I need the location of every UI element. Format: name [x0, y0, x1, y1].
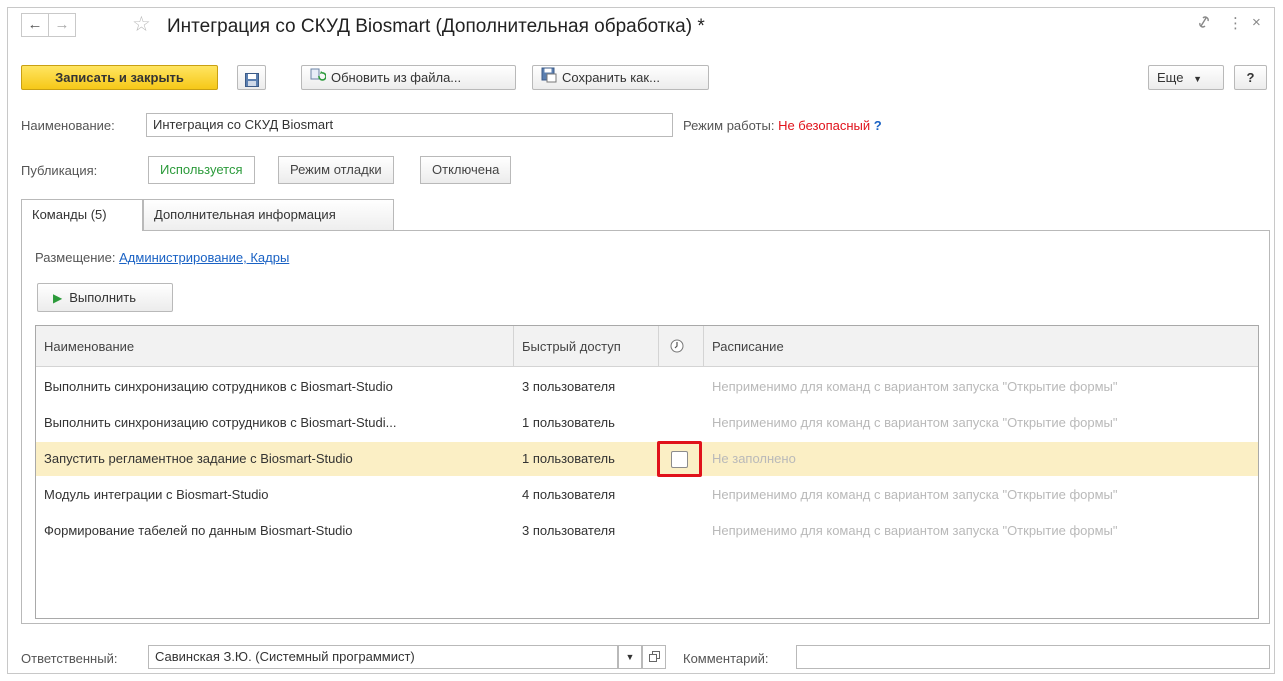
schedule-checkbox[interactable] [671, 451, 688, 468]
commands-table: Наименование Быстрый доступ Расписание В… [35, 325, 1259, 619]
row-schedule: Неприменимо для команд с вариантом запус… [712, 379, 1118, 394]
tab-commands[interactable]: Команды (5) [21, 199, 143, 231]
update-from-file-label: Обновить из файла... [331, 70, 462, 85]
floppy-disk-icon [245, 71, 259, 94]
publication-option-disabled[interactable]: Отключена [420, 156, 512, 184]
column-name-header[interactable]: Наименование [36, 326, 514, 367]
window-title: Интеграция со СКУД Biosmart (Дополнитель… [167, 16, 705, 37]
more-menu-label: Еще [1157, 70, 1184, 85]
chevron-down-icon: ▼ [1193, 74, 1202, 84]
back-button[interactable]: ← [21, 13, 49, 37]
row-schedule: Неприменимо для команд с вариантом запус… [712, 523, 1118, 538]
link-icon[interactable] [1197, 14, 1211, 34]
save-as-button[interactable]: Сохранить как... [532, 65, 709, 90]
favorite-star-icon[interactable]: ☆ [132, 12, 151, 37]
table-header: Наименование Быстрый доступ Расписание [36, 326, 1258, 367]
column-schedule-header[interactable]: Расписание [704, 326, 1260, 367]
mode-label: Режим работы: Не безопасный ? [683, 118, 882, 133]
placement-row: Размещение: Администрирование, Кадры [35, 250, 289, 265]
name-label: Наименование: [21, 118, 115, 133]
table-row[interactable]: Формирование табелей по данным Biosmart-… [36, 514, 1258, 548]
row-schedule: Неприменимо для команд с вариантом запус… [712, 487, 1118, 502]
row-quick-access: 3 пользователя [522, 523, 616, 538]
responsible-open-button[interactable] [642, 645, 666, 669]
row-name: Формирование табелей по данным Biosmart-… [44, 523, 353, 538]
refresh-file-icon [310, 67, 327, 90]
tab-additional-info[interactable]: Дополнительная информация [143, 199, 394, 230]
responsible-label: Ответственный: [21, 651, 118, 666]
save-as-label: Сохранить как... [562, 70, 660, 85]
more-actions-icon[interactable]: ⋮ [1228, 14, 1243, 32]
back-arrow-icon: ← [27, 16, 43, 33]
save-button[interactable] [237, 65, 266, 90]
forward-arrow-icon: → [54, 16, 70, 33]
row-schedule: Не заполнено [712, 451, 796, 466]
responsible-field[interactable]: Савинская З.Ю. (Системный программист) [148, 645, 618, 669]
row-quick-access: 1 пользователь [522, 415, 615, 430]
more-menu-button[interactable]: Еще ▼ [1148, 65, 1224, 90]
placement-label: Размещение: [35, 250, 116, 265]
column-quick-access-header[interactable]: Быстрый доступ [514, 326, 659, 367]
play-icon: ▶ [53, 291, 63, 305]
comment-label: Комментарий: [683, 651, 769, 666]
row-name: Модуль интеграции с Biosmart-Studio [44, 487, 269, 502]
schedule-checkbox-highlight [657, 441, 702, 477]
row-name: Выполнить синхронизацию сотрудников с Bi… [44, 379, 393, 394]
comment-field[interactable] [796, 645, 1270, 669]
table-row[interactable]: Модуль интеграции с Biosmart-Studio 4 по… [36, 478, 1258, 512]
column-schedule-toggle-header[interactable] [659, 326, 704, 367]
run-command-label: Выполнить [69, 290, 136, 305]
row-quick-access: 1 пользователь [522, 451, 615, 466]
row-quick-access: 4 пользователя [522, 487, 616, 502]
update-from-file-button[interactable]: Обновить из файла... [301, 65, 516, 90]
table-row[interactable]: Выполнить синхронизацию сотрудников с Bi… [36, 406, 1258, 440]
save-as-icon [541, 67, 557, 90]
row-schedule: Неприменимо для команд с вариантом запус… [712, 415, 1118, 430]
publication-option-used[interactable]: Используется [148, 156, 255, 184]
row-name: Запустить регламентное задание с Biosmar… [44, 451, 353, 466]
clock-icon [670, 339, 684, 354]
chevron-down-icon: ▼ [625, 652, 635, 662]
mode-label-text: Режим работы: [683, 118, 775, 133]
publication-option-debug[interactable]: Режим отладки [278, 156, 394, 184]
placement-link[interactable]: Администрирование, Кадры [119, 250, 289, 265]
close-icon[interactable]: × [1252, 14, 1261, 31]
row-name: Выполнить синхронизацию сотрудников с Bi… [44, 415, 397, 430]
help-button[interactable]: ? [1234, 65, 1267, 90]
table-row-selected[interactable]: Запустить регламентное задание с Biosmar… [36, 441, 1258, 477]
name-field[interactable]: Интеграция со СКУД Biosmart [146, 113, 673, 137]
mode-help-link[interactable]: ? [874, 118, 882, 133]
responsible-dropdown-button[interactable]: ▼ [618, 645, 642, 669]
publication-label: Публикация: [21, 163, 98, 178]
open-form-icon [648, 649, 660, 664]
mode-value: Не безопасный [778, 118, 871, 133]
forward-button[interactable]: → [48, 13, 76, 37]
save-and-close-button[interactable]: Записать и закрыть [21, 65, 218, 90]
table-row[interactable]: Выполнить синхронизацию сотрудников с Bi… [36, 370, 1258, 404]
run-command-button[interactable]: ▶ Выполнить [37, 283, 173, 312]
row-quick-access: 3 пользователя [522, 379, 616, 394]
